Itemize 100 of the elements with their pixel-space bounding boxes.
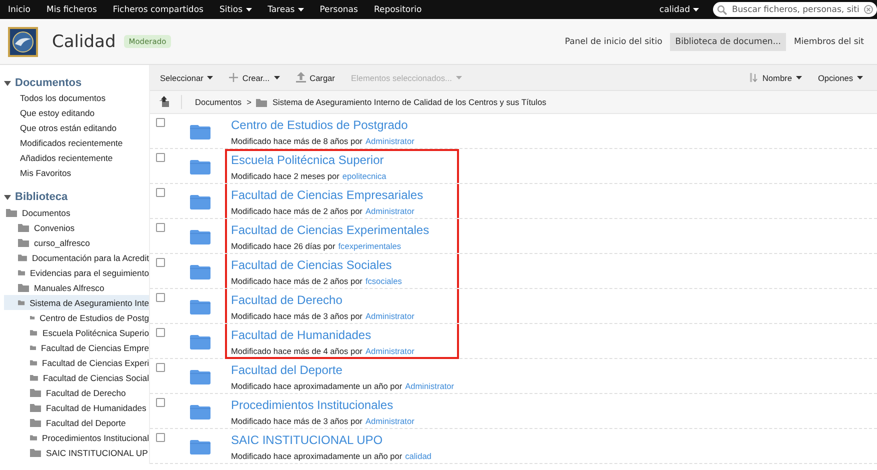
user-link[interactable]: Administrator bbox=[365, 346, 414, 356]
tree-item[interactable]: Documentos bbox=[4, 205, 149, 220]
search-field[interactable]: Buscar ficheros, personas, siti bbox=[713, 2, 877, 17]
nav-link[interactable]: Repositorio bbox=[366, 4, 430, 14]
toolbar-button[interactable]: Seleccionar bbox=[154, 70, 224, 86]
row-checkbox[interactable] bbox=[156, 328, 165, 337]
tree-item[interactable]: Convenios bbox=[4, 220, 149, 235]
nav-link[interactable]: Mis ficheros bbox=[38, 4, 105, 14]
tree-item[interactable]: Facultad de Derecho bbox=[4, 385, 149, 400]
toolbar-button[interactable]: Crear... bbox=[223, 70, 290, 86]
caret-icon bbox=[693, 8, 699, 12]
tree-item[interactable]: Centro de Estudios de Postg bbox=[4, 310, 149, 325]
nav-link[interactable]: Ficheros compartidos bbox=[104, 4, 212, 14]
row-checkbox[interactable] bbox=[156, 258, 165, 267]
folder-icon bbox=[190, 229, 211, 245]
user-link[interactable]: fcexperimentales bbox=[338, 241, 401, 251]
modified-text: Modificado hace más de 4 años por bbox=[231, 346, 362, 356]
row-checkbox[interactable] bbox=[156, 188, 165, 197]
filter-link[interactable]: Mis Favoritos bbox=[4, 166, 149, 181]
options-button[interactable]: Opciones bbox=[812, 70, 873, 86]
tree-item[interactable]: Facultad de Ciencias Empre bbox=[4, 340, 149, 355]
caret-icon bbox=[857, 76, 863, 80]
user-link[interactable]: Administrator bbox=[365, 136, 414, 146]
modified-text: Modificado hace más de 8 años por bbox=[231, 136, 362, 146]
tree-item[interactable]: Escuela Politécnica Superio bbox=[4, 325, 149, 340]
tree-item[interactable]: curso_alfresco bbox=[4, 235, 149, 250]
caret-icon bbox=[274, 76, 280, 80]
tree-item[interactable]: Facultad de Ciencias Experi bbox=[4, 355, 149, 370]
folder-name-link[interactable]: Escuela Politécnica Superior bbox=[231, 152, 384, 168]
folder-icon bbox=[190, 159, 211, 175]
toolbar-button[interactable]: Cargar bbox=[290, 69, 345, 86]
user-link[interactable]: Administrator bbox=[365, 416, 414, 426]
user-link[interactable]: epolitecnica bbox=[342, 171, 386, 181]
tree-item[interactable]: SAIC INSTITUCIONAL UP bbox=[4, 445, 149, 460]
folder-name-link[interactable]: Procedimientos Institucionales bbox=[231, 397, 394, 413]
folder-name-link[interactable]: Facultad de Derecho bbox=[231, 292, 342, 308]
nav-link[interactable]: Sitios bbox=[211, 4, 260, 14]
filter-link[interactable]: Que otros están editando bbox=[4, 121, 149, 136]
folder-icon bbox=[18, 223, 29, 232]
breadcrumb-link[interactable]: Documentos bbox=[195, 97, 242, 107]
folder-icon bbox=[190, 404, 211, 420]
upload-icon bbox=[296, 72, 306, 83]
user-link[interactable]: Administrator bbox=[365, 311, 414, 321]
expand-arrow-icon bbox=[4, 80, 11, 86]
section-heading[interactable]: Biblioteca bbox=[4, 191, 149, 203]
row-checkbox[interactable] bbox=[156, 223, 165, 232]
nav-link[interactable]: Tareas bbox=[260, 4, 312, 14]
section-heading[interactable]: Documentos bbox=[4, 77, 149, 89]
modified-text: Modificado hace más de 3 años por bbox=[231, 416, 362, 426]
plus-icon bbox=[229, 73, 238, 82]
user-link[interactable]: Administrator bbox=[405, 381, 454, 391]
row-checkbox[interactable] bbox=[156, 398, 165, 407]
tree-item[interactable]: Sistema de Aseguramiento Inte bbox=[4, 295, 149, 310]
folder-icon bbox=[30, 448, 41, 457]
sort-button[interactable]: Nombre bbox=[744, 70, 812, 86]
parent-folder-icon bbox=[158, 96, 170, 108]
tree-item[interactable]: Facultad de Humanidades bbox=[4, 400, 149, 415]
row-checkbox[interactable] bbox=[156, 153, 165, 162]
caret-icon bbox=[207, 76, 214, 80]
site-nav-link[interactable]: Miembros del sit bbox=[788, 32, 869, 50]
nav-link[interactable]: Personas bbox=[312, 4, 366, 14]
row-checkbox[interactable] bbox=[156, 433, 165, 442]
folder-icon bbox=[190, 299, 211, 315]
folder-name-link[interactable]: Facultad de Ciencias Empresariales bbox=[231, 187, 424, 203]
tree-item[interactable]: Manuales Alfresco bbox=[4, 280, 149, 295]
tree-item[interactable]: Procedimientos Institucional bbox=[4, 430, 149, 445]
folder-name-link[interactable]: Facultad del Deporte bbox=[231, 362, 342, 378]
caret-icon bbox=[298, 8, 304, 12]
folder-icon bbox=[256, 98, 268, 106]
site-nav-link[interactable]: Panel de inicio del sitio bbox=[560, 32, 668, 50]
folder-icon bbox=[190, 439, 211, 455]
row-checkbox[interactable] bbox=[156, 363, 165, 372]
tree-item[interactable]: Evidencias para el seguimiento bbox=[4, 265, 149, 280]
folder-name-link[interactable]: Facultad de Humanidades bbox=[231, 327, 372, 343]
expand-arrow-icon bbox=[4, 194, 11, 200]
filter-link[interactable]: Que estoy editando bbox=[4, 106, 149, 121]
row-checkbox[interactable] bbox=[156, 293, 165, 302]
modified-text: Modificado hace aproximadamente un año por bbox=[231, 381, 402, 391]
filter-link[interactable]: Añadidos recientemente bbox=[4, 151, 149, 166]
caret-icon bbox=[456, 76, 462, 80]
folder-icon bbox=[18, 283, 29, 292]
site-nav-link[interactable]: Biblioteca de documen... bbox=[670, 32, 786, 50]
tree-item[interactable]: Documentación para la Acredit bbox=[4, 250, 149, 265]
folder-name-link[interactable]: Facultad de Ciencias Experimentales bbox=[231, 222, 430, 238]
folder-name-link[interactable]: Centro de Estudios de Postgrado bbox=[231, 117, 408, 133]
filter-link[interactable]: Modificados recientemente bbox=[4, 136, 149, 151]
row-checkbox[interactable] bbox=[156, 118, 165, 127]
nav-link[interactable]: Inicio bbox=[0, 4, 38, 14]
tree-item[interactable]: Facultad de Ciencias Social bbox=[4, 370, 149, 385]
filter-link[interactable]: Todos los documentos bbox=[4, 91, 149, 106]
folder-name-link[interactable]: Facultad de Ciencias Sociales bbox=[231, 257, 392, 273]
user-link[interactable]: calidad bbox=[405, 451, 432, 461]
user-link[interactable]: Administrator bbox=[365, 206, 414, 216]
tree-item[interactable]: Facultad del Deporte bbox=[4, 415, 149, 430]
folder-name-link[interactable]: SAIC INSTITUCIONAL UPO bbox=[231, 432, 383, 448]
user-link[interactable]: fcsociales bbox=[365, 276, 402, 286]
modified-text: Modificado hace más de 2 años por bbox=[231, 206, 362, 216]
folder-icon bbox=[30, 433, 37, 442]
folder-icon bbox=[30, 418, 41, 427]
user-menu[interactable]: calidad bbox=[651, 4, 707, 14]
